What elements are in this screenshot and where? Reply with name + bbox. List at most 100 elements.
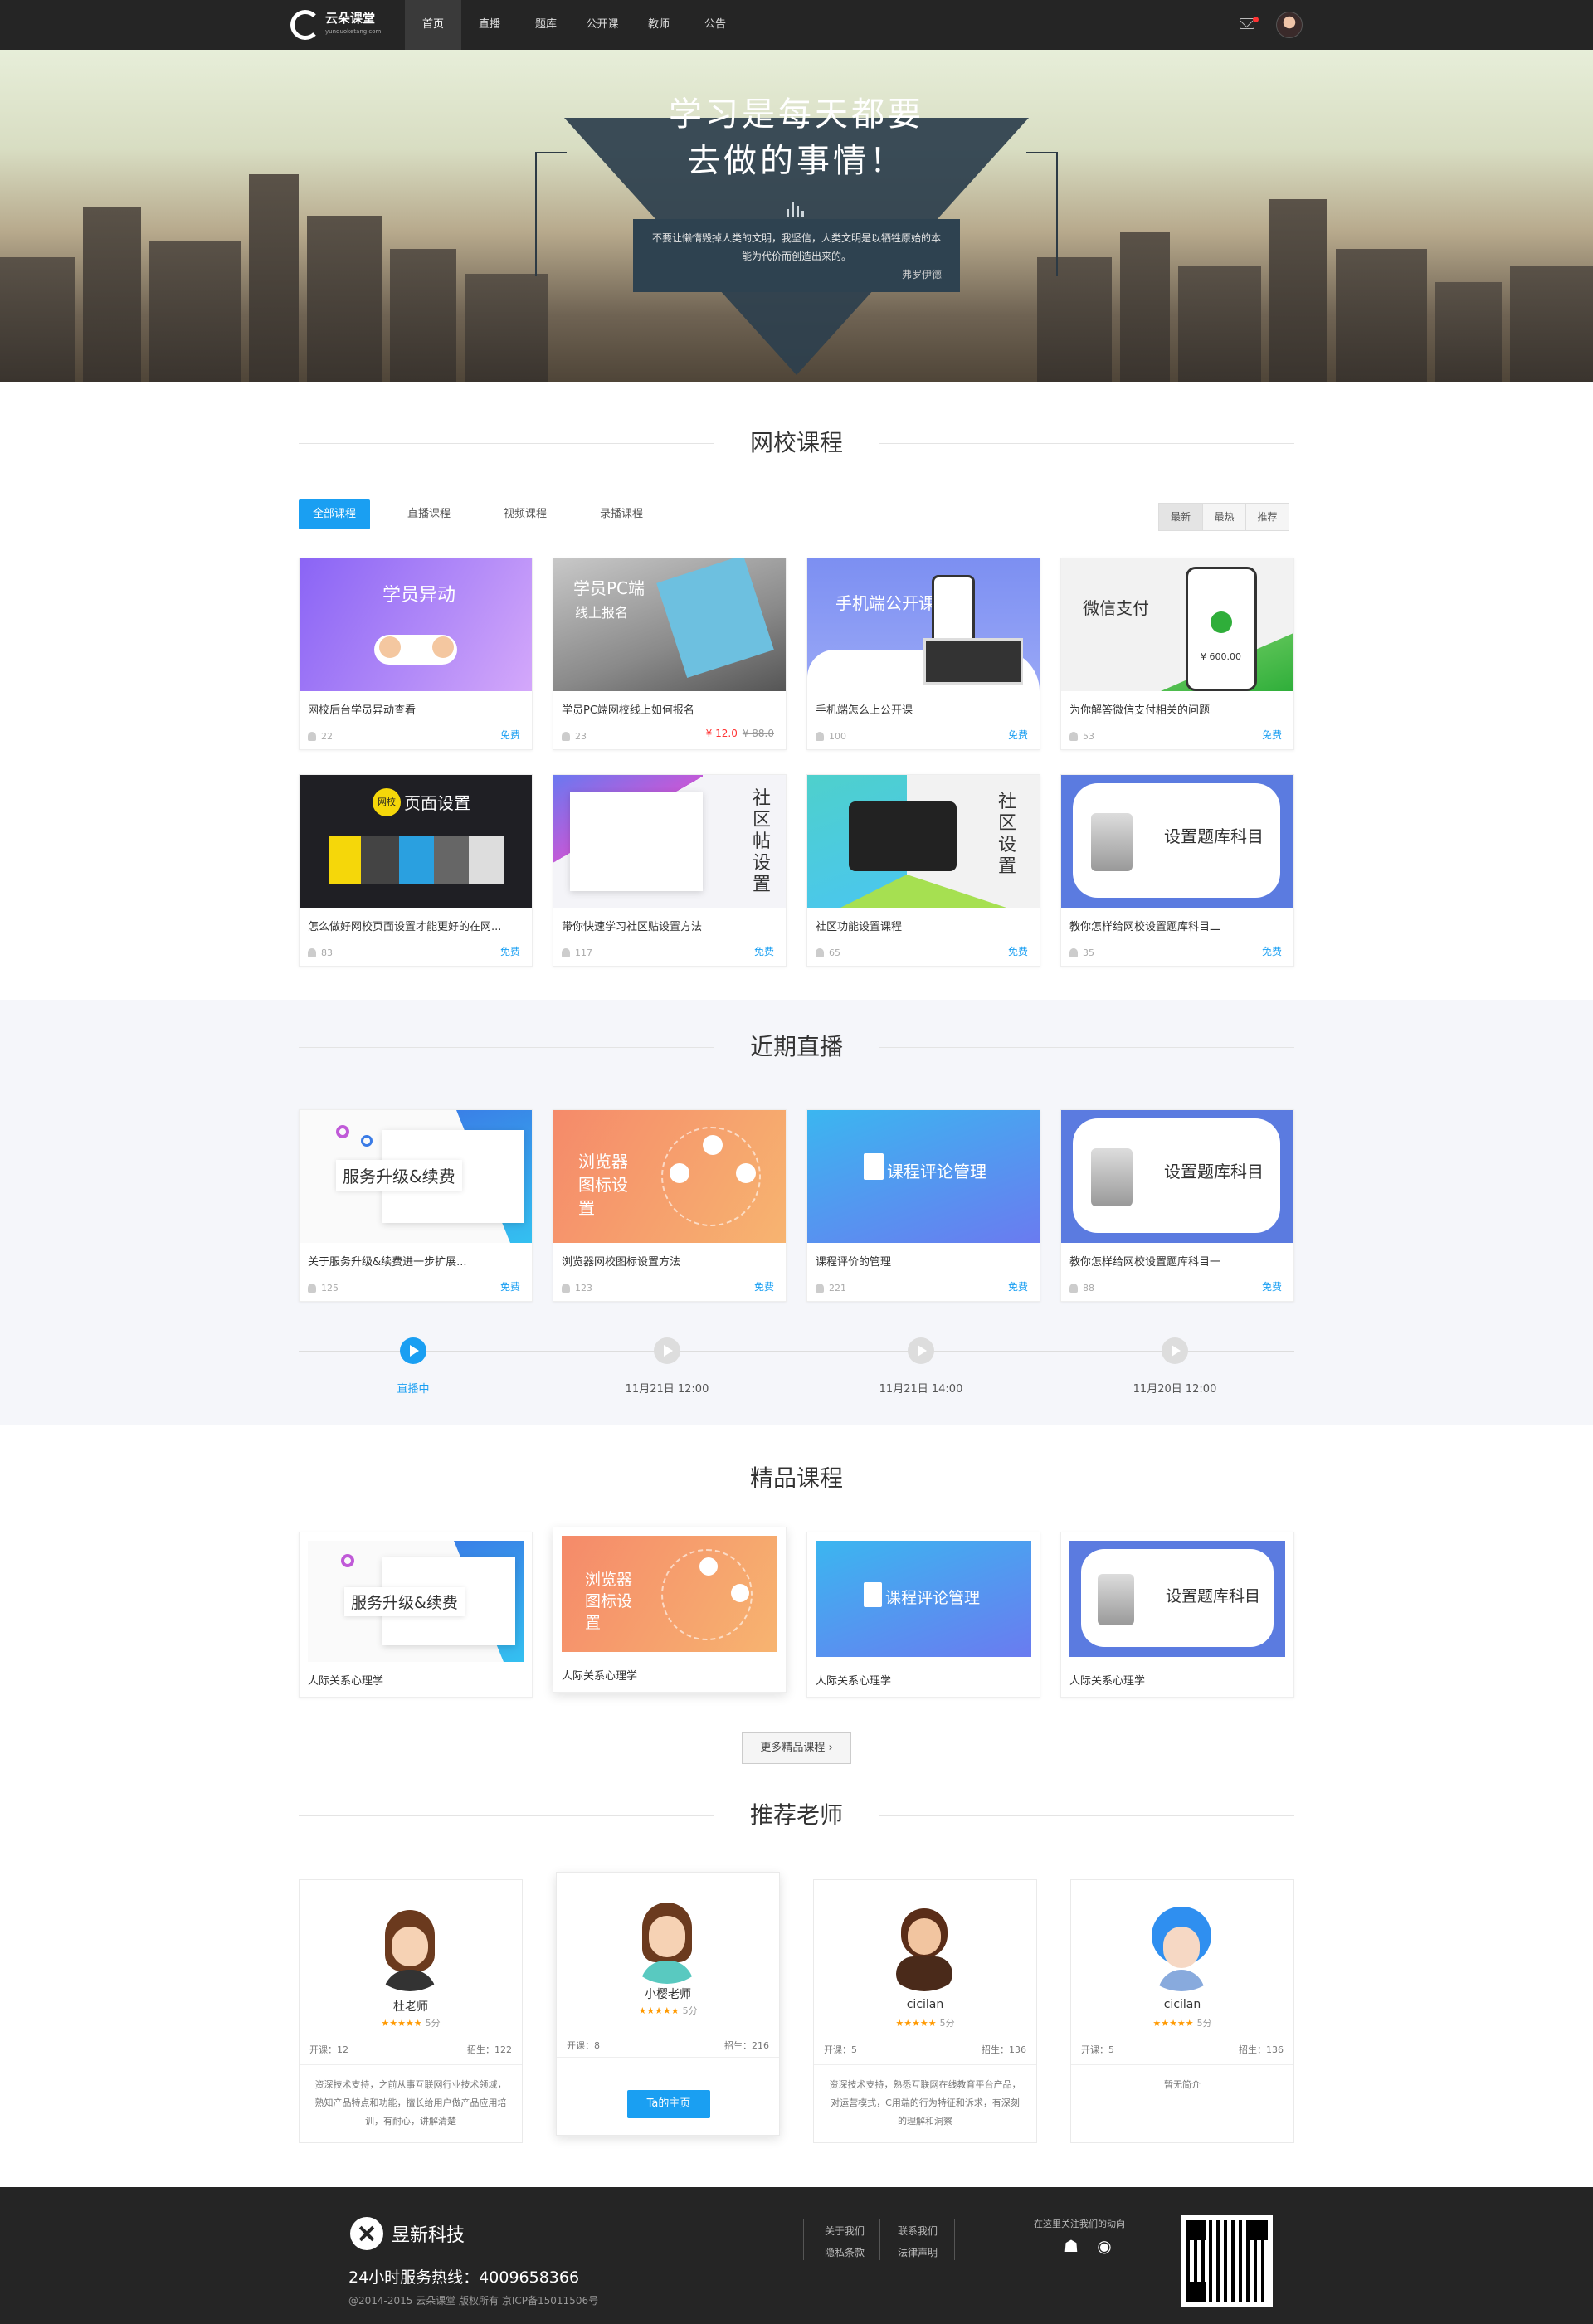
qr-code (1181, 2215, 1273, 2307)
qq-icon[interactable]: ☗ (1060, 2237, 1082, 2255)
user-icon (308, 1284, 316, 1293)
footer-link-privacy[interactable]: 隐私条款 (825, 2245, 865, 2259)
footer-link-contact[interactable]: 联系我们 (898, 2224, 938, 2238)
nav-teachers[interactable]: 教师 (631, 0, 687, 50)
hotline: 24小时服务热线：4009658366 (348, 2268, 580, 2287)
course-thumbnail: 学员异动 (300, 558, 532, 691)
user-icon (1069, 1284, 1078, 1293)
timeline-label: 11月21日 14:00 (879, 1383, 963, 1396)
course-card[interactable]: 微信支付 ¥ 600.00 为你解答微信支付相关的问题 53 免费 (1060, 558, 1294, 750)
premium-card[interactable]: 设置题库科目 人际关系心理学 (1060, 1532, 1294, 1698)
user-icon (816, 1284, 824, 1293)
course-thumbnail: 手机端公开课 (807, 558, 1040, 691)
teacher-desc: 暂无简介 (1164, 2079, 1201, 2090)
course-card[interactable]: 学员异动 网校后台学员异动查看 22 免费 (299, 558, 533, 750)
banner-title: 学习是每天都要 去做的事情！ (669, 95, 924, 180)
weibo-icon[interactable]: ◉ (1094, 2237, 1115, 2255)
course-card[interactable]: 网校 页面设置 怎么做好网校页面设置才能更好的在网... 83 免费 (299, 774, 533, 967)
course-thumbnail: 网校 页面设置 (300, 775, 532, 908)
footer: 昱新科技 24小时服务热线：4009658366 @2014-2015 云朵课堂… (0, 2187, 1593, 2324)
cloud-logo-icon (290, 10, 320, 40)
teacher-card[interactable]: cicilan ★★★★★ 5分 开课：5 招生：136 暂无简介 (1070, 1879, 1294, 2143)
teacher-avatar (1135, 1898, 1228, 1991)
site-logo[interactable]: 云朵课堂 yunduoketang.com (290, 10, 381, 40)
live-card[interactable]: 浏览器图标设置 浏览器网校图标设置方法 123 免费 (553, 1109, 787, 1302)
teacher-avatar (878, 1898, 971, 1991)
premium-card[interactable]: 服务升级&续费 人际关系心理学 (299, 1532, 533, 1698)
course-thumbnail: 设置题库科目 (1061, 1110, 1293, 1243)
course-thumbnail: 课程评论管理 (816, 1541, 1031, 1657)
tab-recorded-courses[interactable]: 录播课程 (584, 499, 659, 529)
teacher-desc: 资深技术支持，之前从事互联网行业技术领域，熟知产品特点和功能，擅长给用户做产品应… (314, 2079, 507, 2127)
user-icon (562, 948, 570, 957)
user-icon (1069, 948, 1078, 957)
footer-link-legal[interactable]: 法律声明 (898, 2245, 938, 2259)
course-card[interactable]: 设置题库科目 教你怎样给网校设置题库科目二 35 免费 (1060, 774, 1294, 967)
chevron-right-icon: › (828, 1742, 833, 1754)
sort-newest[interactable]: 最新 (1159, 504, 1202, 530)
course-thumbnail: 设置题库科目 (1069, 1541, 1285, 1657)
course-card[interactable]: 社区帖设置 带你快速学习社区贴设置方法 117 免费 (553, 774, 787, 967)
play-icon[interactable] (908, 1337, 934, 1364)
live-card[interactable]: 设置题库科目 教你怎样给网校设置题库科目一 88 免费 (1060, 1109, 1294, 1302)
teacher-desc: 资深技术支持，熟悉互联网在线教育平台产品，对运营模式，C用端的行为特征和诉求，有… (829, 2079, 1021, 2127)
course-thumbnail: 学员PC端 线上报名 (553, 558, 786, 691)
course-thumbnail: 服务升级&续费 (308, 1541, 524, 1662)
nav-open-class[interactable]: 公开课 (574, 0, 631, 50)
teacher-card[interactable]: cicilan ★★★★★ 5分 开课：5 招生：136 资深技术支持，熟悉互联网… (813, 1879, 1037, 2143)
notification-dot (1253, 17, 1259, 22)
timeline-label: 11月20日 12:00 (1133, 1383, 1217, 1396)
course-card[interactable]: 社区设置 社区功能设置课程 65 免费 (806, 774, 1040, 967)
teacher-card[interactable]: 小樱老师 ★★★★★ 5分 开课：8 招生：216 Ta的主页 (556, 1872, 780, 2136)
quote-author: —弗罗伊德 (891, 269, 942, 280)
footer-logo: 昱新科技 (350, 2217, 465, 2250)
logo-sub: yunduoketang.com (325, 28, 382, 35)
course-thumbnail: 设置题库科目 (1061, 775, 1293, 908)
sort-recommend[interactable]: 推荐 (1245, 504, 1289, 530)
course-thumbnail: 服务升级&续费 (300, 1110, 532, 1243)
rating-stars: ★★★★★ 5分 (895, 2018, 955, 2029)
tab-all-courses[interactable]: 全部课程 (299, 499, 370, 529)
premium-card[interactable]: 浏览器图标设置 人际关系心理学 (553, 1527, 787, 1693)
teacher-name: 小樱老师 (645, 1988, 691, 2001)
live-card[interactable]: 课程评论管理 课程评价的管理 221 免费 (806, 1109, 1040, 1302)
footer-link-about[interactable]: 关于我们 (825, 2224, 865, 2238)
section-title-premium: 精品课程 (749, 1464, 843, 1492)
teacher-homepage-button[interactable]: Ta的主页 (627, 2090, 710, 2118)
copyright: @2014-2015 云朵课堂 版权所有 京ICP备15011506号 (348, 2295, 599, 2307)
course-thumbnail: 社区设置 (807, 775, 1040, 908)
nav-notice[interactable]: 公告 (687, 0, 743, 50)
logo-text: 云朵课堂 (325, 11, 376, 26)
teacher-avatar (621, 1891, 714, 1984)
play-icon[interactable] (400, 1337, 426, 1364)
tab-video-courses[interactable]: 视频课程 (488, 499, 563, 529)
rating-stars: ★★★★★ 5分 (1152, 2018, 1212, 2029)
user-icon (562, 1284, 570, 1293)
brand-logo-icon (350, 2217, 383, 2250)
premium-card[interactable]: 课程评论管理 人际关系心理学 (806, 1532, 1040, 1698)
course-card[interactable]: 学员PC端 线上报名 学员PC端网校线上如何报名 23 ¥ 12.0 ¥ 88.0 (553, 558, 787, 750)
nav-question-bank[interactable]: 题库 (518, 0, 574, 50)
play-icon[interactable] (1162, 1337, 1188, 1364)
teacher-card[interactable]: 杜老师 ★★★★★ 5分 开课：12 招生：122 资深技术支持，之前从事互联网行… (299, 1879, 523, 2143)
sort-hottest[interactable]: 最热 (1202, 504, 1245, 530)
user-avatar[interactable] (1276, 12, 1303, 38)
more-premium-button[interactable]: 更多精品课程 › (742, 1732, 851, 1764)
course-thumbnail: 课程评论管理 (807, 1110, 1040, 1243)
user-icon (1069, 732, 1078, 741)
bar-chart-icon (787, 199, 808, 217)
play-icon[interactable] (654, 1337, 680, 1364)
user-icon (562, 732, 570, 741)
user-icon (816, 732, 824, 741)
nav-home[interactable]: 首页 (405, 0, 461, 50)
timeline-label-live: 直播中 (397, 1383, 430, 1396)
top-header: 云朵课堂 yunduoketang.com 首页 直播 题库 公开课 教师 公告 (0, 0, 1593, 50)
course-card[interactable]: 手机端公开课 手机端怎么上公开课 100 免费 (806, 558, 1040, 750)
nav-live[interactable]: 直播 (461, 0, 518, 50)
teacher-name: 杜老师 (393, 2000, 428, 2014)
section-title-teachers: 推荐老师 (749, 1801, 843, 1829)
course-thumbnail: 社区帖设置 (553, 775, 786, 908)
live-card[interactable]: 服务升级&续费 关于服务升级&续费进一步扩展... 125 免费 (299, 1109, 533, 1302)
tab-live-courses[interactable]: 直播课程 (392, 499, 466, 529)
main-nav: 首页 直播 题库 公开课 教师 公告 (405, 0, 743, 50)
